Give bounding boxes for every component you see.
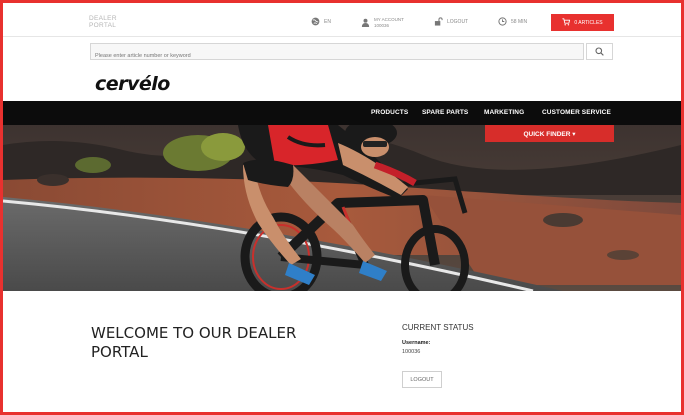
- header-logout-label: LOGOUT: [447, 18, 469, 25]
- search-input[interactable]: [91, 48, 583, 64]
- my-account-link[interactable]: MY ACCOUNT 100036: [361, 17, 404, 28]
- search-button[interactable]: [586, 43, 613, 60]
- nav-item-customer-service[interactable]: CUSTOMER SERVICE: [542, 109, 611, 116]
- search-box: [90, 43, 584, 64]
- timer-label: 58 MIN: [511, 18, 528, 25]
- portal-label-line1: DEALER: [89, 15, 117, 22]
- unlock-icon: [434, 17, 443, 26]
- quick-finder-button[interactable]: QUICK FINDER ▾: [485, 125, 614, 142]
- search-icon: [595, 43, 604, 61]
- header-logout-link[interactable]: LOGOUT: [434, 17, 468, 26]
- welcome-title: WELCOME TO OUR DEALER PORTAL: [91, 324, 297, 361]
- username-label: Username:: [402, 340, 431, 346]
- account-label: MY ACCOUNT 100036: [374, 17, 404, 28]
- top-bar: DEALER PORTAL EN MY ACCOUNT 100036 LOGOU…: [3, 3, 681, 37]
- account-number: 100036: [374, 22, 390, 28]
- cart-icon: [562, 17, 571, 28]
- globe-icon: [311, 17, 320, 26]
- page-frame: DEALER PORTAL EN MY ACCOUNT 100036 LOGOU…: [0, 0, 684, 415]
- portal-label-line2: PORTAL: [89, 22, 117, 29]
- dealer-portal-label[interactable]: DEALER PORTAL: [89, 15, 117, 29]
- cervelo-logo[interactable]: cervélo: [95, 73, 170, 95]
- main-nav: PRODUCTS SPARE PARTS MARKETING CUSTOMER …: [3, 101, 681, 125]
- session-timer: 58 MIN: [498, 17, 527, 26]
- clock-icon: [498, 17, 507, 26]
- nav-item-products[interactable]: PRODUCTS: [371, 109, 408, 116]
- language-label: EN: [324, 18, 331, 25]
- cart-button[interactable]: 0 ARTICLES: [551, 14, 614, 31]
- logout-button[interactable]: LOGOUT: [402, 371, 442, 388]
- cart-label: 0 ARTICLES: [574, 19, 603, 26]
- language-selector[interactable]: EN: [311, 17, 331, 26]
- current-status-heading: CURRENT STATUS: [402, 323, 474, 332]
- nav-item-marketing[interactable]: MARKETING: [484, 109, 524, 116]
- account-label-line1: MY ACCOUNT: [374, 17, 404, 22]
- hero-banner-image: [3, 125, 681, 291]
- username-value: 100036: [402, 349, 421, 355]
- nav-item-spare-parts[interactable]: SPARE PARTS: [422, 109, 468, 116]
- user-icon: [361, 18, 370, 27]
